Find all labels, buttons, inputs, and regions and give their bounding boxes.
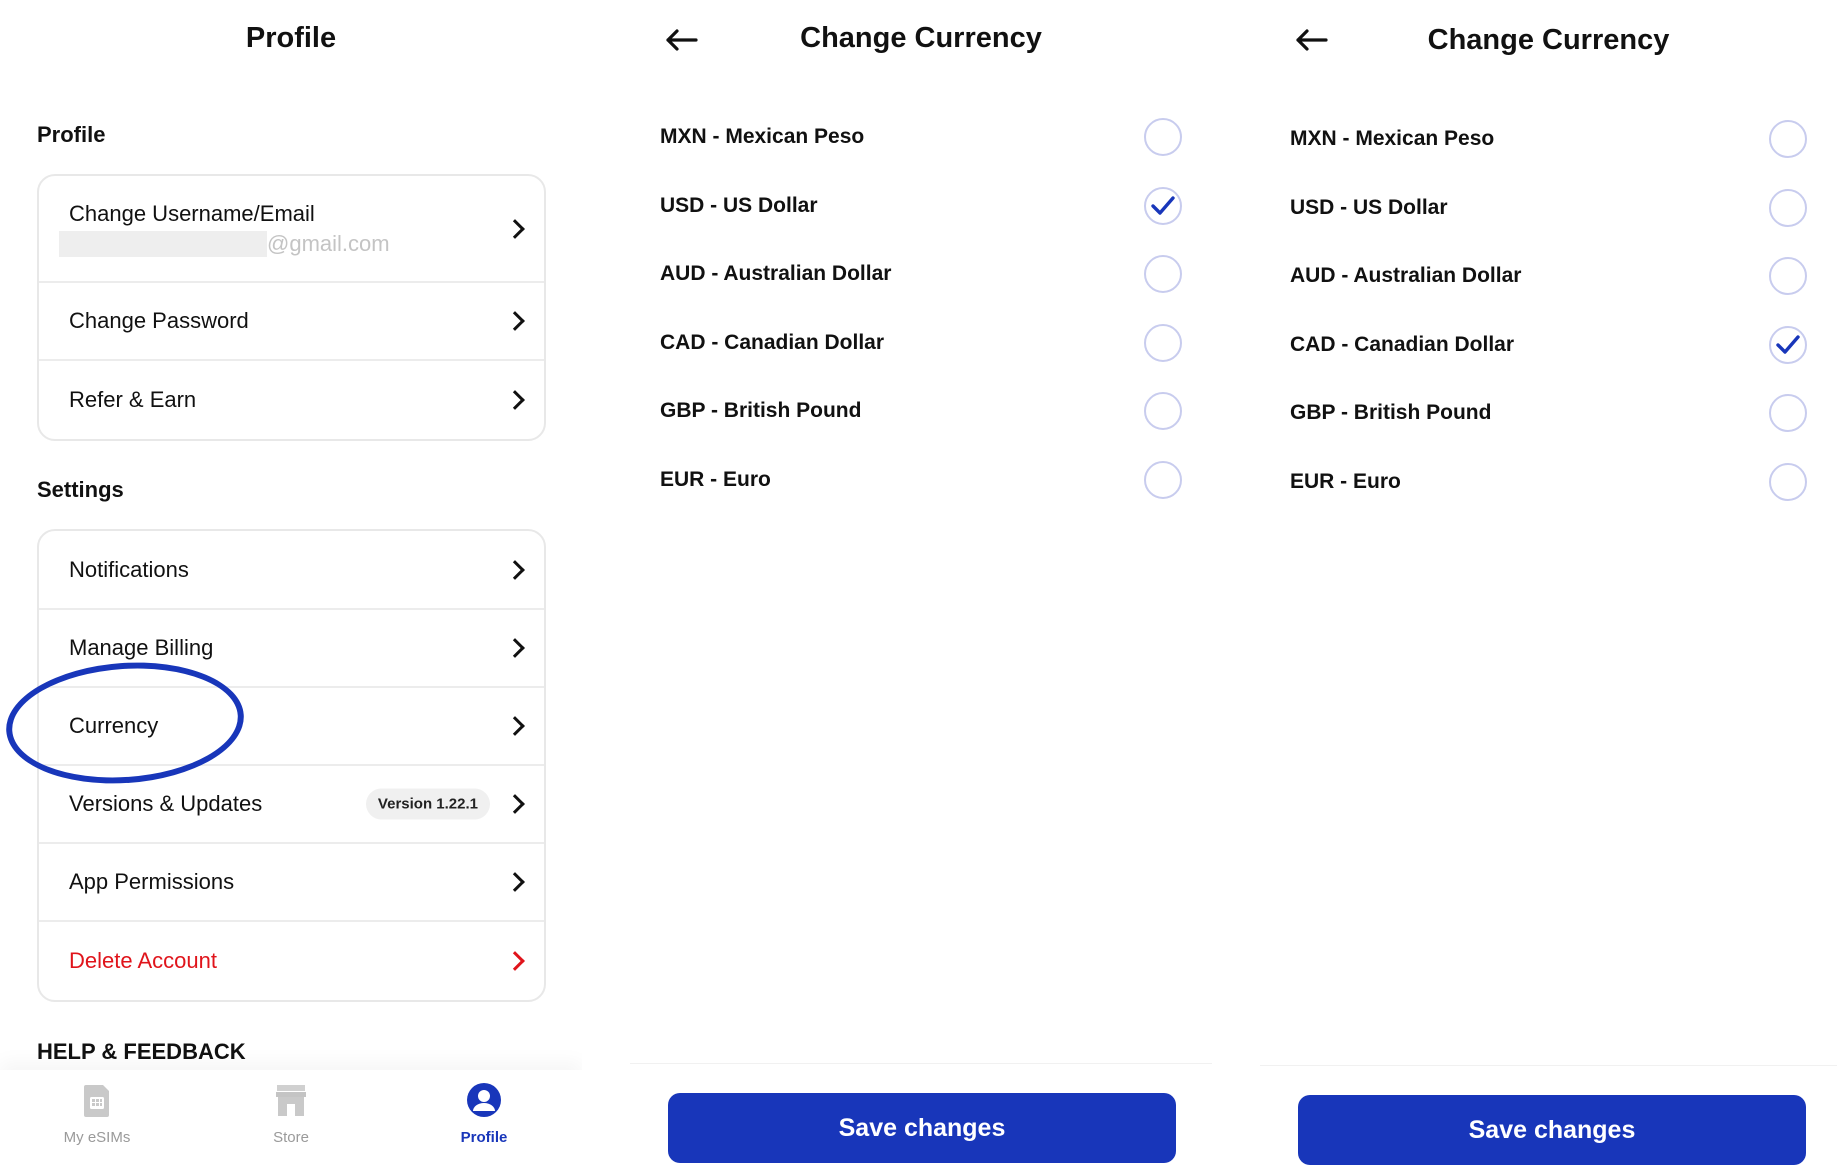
currency-option-aud[interactable]: AUD - Australian Dollar — [660, 249, 1182, 299]
radio-button[interactable] — [1769, 257, 1807, 295]
currency-option-label: CAD - Canadian Dollar — [1290, 333, 1515, 356]
radio-button[interactable] — [1769, 189, 1807, 227]
change-username-email-label: Change Username/Email — [69, 200, 315, 226]
refer-earn-label: Refer & Earn — [69, 387, 197, 412]
currency-option-label: GBP - British Pound — [660, 399, 862, 422]
radio-button[interactable] — [1144, 255, 1182, 293]
currency-option-label: EUR - Euro — [660, 468, 771, 491]
version-badge: Version 1.22.1 — [365, 788, 490, 820]
currency-option-label: AUD - Australian Dollar — [1290, 264, 1522, 287]
currency-label: Currency — [69, 713, 159, 738]
delete-account-label: Delete Account — [69, 948, 217, 973]
currency-option-usd[interactable]: USD - US Dollar — [660, 181, 1182, 231]
email-line: @gmail.com — [59, 230, 390, 257]
currency-option-label: USD - US Dollar — [660, 194, 818, 217]
tab-label-store: Store — [273, 1129, 309, 1146]
footer-divider — [1260, 1065, 1837, 1066]
versions-updates-item[interactable]: Versions & Updates Version 1.22.1 — [39, 766, 544, 844]
currency-option-gbp[interactable]: GBP - British Pound — [660, 386, 1182, 436]
chevron-right-icon — [505, 311, 525, 331]
chevron-right-icon — [505, 559, 525, 580]
notifications-item[interactable]: Notifications — [39, 531, 544, 610]
change-username-email-item[interactable]: Change Username/Email @gmail.com — [39, 176, 544, 283]
currency-option-label: MXN - Mexican Peso — [660, 125, 865, 148]
change-password-label: Change Password — [69, 308, 249, 333]
section-label-help: HELP & FEEDBACK — [37, 1039, 246, 1064]
currency-option-label: GBP - British Pound — [1290, 401, 1492, 424]
change-password-item[interactable]: Change Password — [39, 283, 544, 361]
save-changes-button[interactable]: Save changes — [1298, 1095, 1806, 1165]
section-label-profile: Profile — [37, 122, 106, 147]
chevron-right-icon — [505, 638, 525, 658]
radio-button[interactable] — [1769, 394, 1807, 432]
currency-option-aud[interactable]: AUD - Australian Dollar — [1290, 251, 1807, 301]
chevron-right-icon — [505, 390, 525, 410]
manage-billing-item[interactable]: Manage Billing — [39, 610, 544, 688]
tab-label-my-esims: My eSIMs — [63, 1129, 131, 1146]
chevron-right-icon — [505, 218, 525, 239]
change-currency-screen-2: Change Currency MXN - Mexican Peso USD -… — [1260, 0, 1837, 1171]
radio-button[interactable] — [1769, 326, 1807, 364]
checkmark-icon — [1151, 196, 1175, 215]
redacted-email-mask — [59, 230, 267, 257]
chevron-right-icon — [505, 951, 525, 971]
page-title: Change Currency — [1427, 24, 1670, 56]
currency-option-label: AUD - Australian Dollar — [660, 262, 892, 285]
app-permissions-label: App Permissions — [69, 869, 235, 894]
chevron-right-icon — [505, 794, 525, 814]
radio-button[interactable] — [1769, 463, 1807, 501]
page-title: Change Currency — [800, 22, 1042, 54]
sim-card-icon — [84, 1085, 109, 1117]
tab-label-profile: Profile — [460, 1129, 508, 1146]
store-icon — [276, 1085, 306, 1116]
tab-my-esims[interactable]: My eSIMs — [37, 1070, 157, 1171]
profile-card: Change Username/Email @gmail.com Change … — [37, 174, 546, 441]
currency-option-label: EUR - Euro — [1290, 470, 1401, 493]
manage-billing-label: Manage Billing — [69, 635, 214, 660]
radio-button[interactable] — [1144, 118, 1182, 156]
checkmark-icon — [1776, 335, 1800, 354]
currency-option-cad[interactable]: CAD - Canadian Dollar — [660, 318, 1182, 368]
tab-store[interactable]: Store — [231, 1070, 351, 1171]
notifications-label: Notifications — [69, 556, 189, 582]
settings-card: Notifications Manage Billing Currency Ve… — [37, 529, 546, 1002]
currency-item[interactable]: Currency — [39, 688, 544, 766]
chevron-right-icon — [505, 716, 525, 736]
footer-divider — [630, 1063, 1212, 1064]
currency-option-label: USD - US Dollar — [1290, 196, 1448, 219]
radio-button[interactable] — [1144, 187, 1182, 225]
currency-option-eur[interactable]: EUR - Euro — [660, 455, 1182, 505]
currency-option-mxn[interactable]: MXN - Mexican Peso — [660, 112, 1182, 162]
radio-button[interactable] — [1144, 324, 1182, 362]
versions-updates-label: Versions & Updates — [69, 791, 263, 816]
page-title: Profile — [245, 22, 337, 54]
currency-option-label: MXN - Mexican Peso — [1290, 127, 1495, 150]
radio-button[interactable] — [1144, 461, 1182, 499]
change-currency-screen-1: Change Currency MXN - Mexican Peso USD -… — [630, 0, 1212, 1171]
user-icon — [467, 1083, 501, 1117]
currency-option-eur[interactable]: EUR - Euro — [1290, 457, 1807, 507]
currency-option-mxn[interactable]: MXN - Mexican Peso — [1290, 114, 1807, 164]
currency-option-usd[interactable]: USD - US Dollar — [1290, 183, 1807, 233]
refer-earn-item[interactable]: Refer & Earn — [39, 361, 544, 439]
profile-screen: Profile Profile Change Username/Email @g… — [0, 0, 582, 1171]
tab-profile[interactable]: Profile — [424, 1070, 544, 1171]
chevron-right-icon — [505, 872, 525, 892]
currency-option-gbp[interactable]: GBP - British Pound — [1290, 388, 1807, 438]
email-suffix: @gmail.com — [267, 230, 390, 256]
save-changes-button[interactable]: Save changes — [668, 1093, 1176, 1163]
currency-option-cad[interactable]: CAD - Canadian Dollar — [1290, 320, 1807, 370]
currency-option-label: CAD - Canadian Dollar — [660, 331, 885, 354]
bottom-tab-bar: My eSIMs Store Profile — [0, 1070, 582, 1171]
section-label-settings: Settings — [37, 477, 124, 502]
radio-button[interactable] — [1144, 392, 1182, 430]
radio-button[interactable] — [1769, 120, 1807, 158]
delete-account-item[interactable]: Delete Account — [39, 922, 544, 1000]
app-permissions-item[interactable]: App Permissions — [39, 844, 544, 922]
